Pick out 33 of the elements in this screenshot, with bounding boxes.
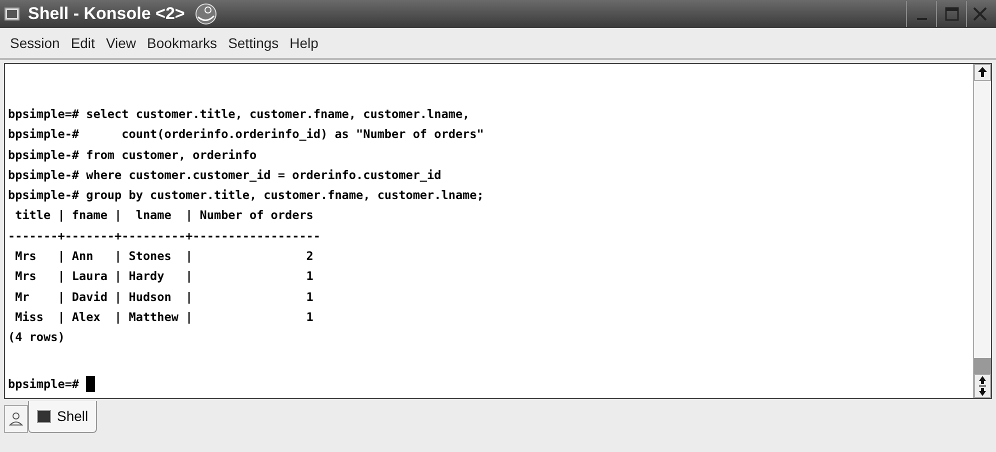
menu-item[interactable]: Edit (70, 32, 95, 54)
terminal-line: bpsimple-# count(orderinfo.orderinfo_id) as "Number of orders" (8, 126, 484, 144)
menu-item[interactable]: Settings (228, 32, 279, 54)
terminal-line: title | fname | lname | Number of orders (14, 207, 314, 224)
terminal-line: Mrs | Laura | Hardy | 1 (14, 268, 314, 286)
menu-item[interactable]: Session (10, 32, 60, 54)
scroll-arrows-icon[interactable] (974, 374, 991, 398)
menu-item[interactable]: Bookmarks (147, 32, 218, 54)
terminal-line: bpsimple=# (8, 376, 80, 393)
maximize-icon (944, 6, 960, 22)
terminal-line: Mr | David | Hudson | 1 (14, 288, 314, 306)
menu-item[interactable]: Help (290, 32, 318, 54)
terminal-icon (37, 410, 51, 423)
swirl-icon (192, 2, 219, 26)
window-title: Shell - Konsole <2> (28, 3, 185, 26)
terminal-line: bpsimple-# where customer.customer_id = orderinfo.customer_id (8, 166, 442, 184)
terminal-line: -------+-------+---------+------------------ (8, 228, 321, 245)
terminal-icon (4, 6, 20, 22)
scroll-thumb[interactable] (974, 358, 991, 374)
minimize-icon (916, 18, 926, 20)
terminal-line: bpsimple-# group by customer.title, customer.fname, customer.lname; (8, 187, 484, 204)
terminal-line: bpsimple-# from customer, orderinfo (8, 146, 257, 164)
terminal-line: (4 rows) (8, 329, 65, 346)
tab[interactable]: Shell (28, 401, 98, 433)
new-session-button[interactable] (4, 405, 28, 433)
session-icon (8, 411, 24, 427)
close-icon (972, 6, 988, 22)
terminal-line: Mrs | Ann | Stones | 2 (14, 248, 314, 266)
terminal-line: bpsimple=# select customer.title, customer.fname, customer.lname, (8, 106, 470, 123)
scrollbar[interactable] (973, 64, 991, 398)
terminal-line: Miss | Alex | Matthew | 1 (14, 308, 314, 326)
scroll-up-icon[interactable] (974, 64, 991, 81)
menu-item[interactable]: View (106, 32, 136, 54)
